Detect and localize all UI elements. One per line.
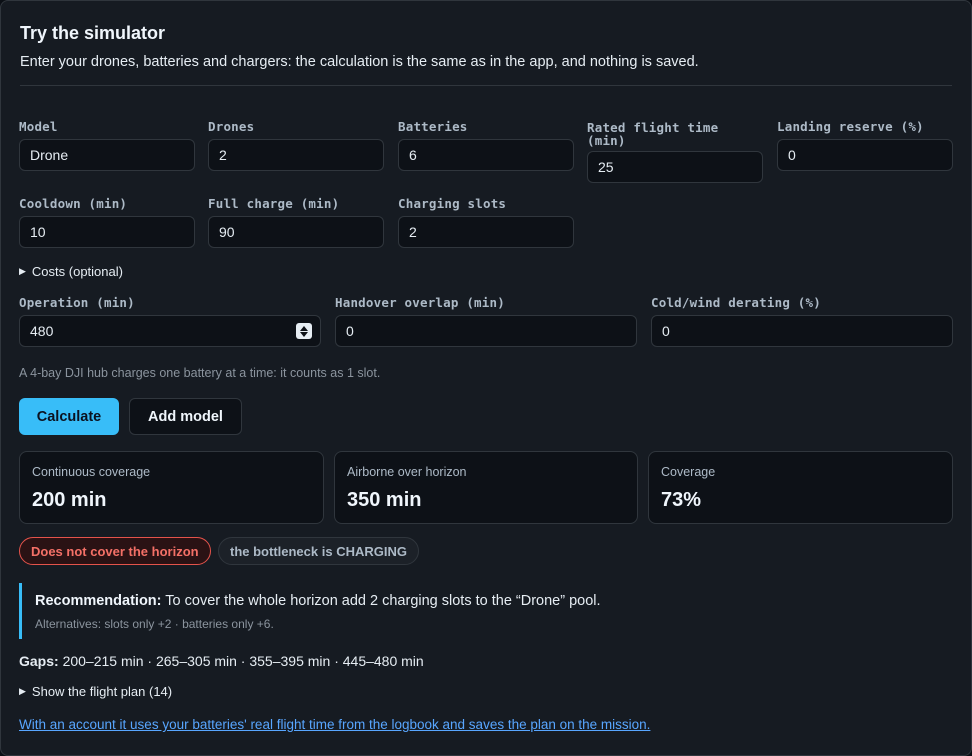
charging-slots-input[interactable]: 2	[398, 216, 574, 248]
gaps-value: 200–215 min · 265–305 min · 355–395 min …	[62, 653, 424, 669]
operation-value: 480	[30, 323, 54, 339]
full-charge-label: Full charge (min)	[208, 196, 340, 211]
charging-slots-field: Charging slots 2	[398, 196, 574, 248]
batteries-label: Batteries	[398, 119, 468, 134]
stat-card-continuous-coverage: Continuous coverage 200 min	[19, 451, 324, 524]
full-charge-field: Full charge (min) 90	[208, 196, 384, 248]
handover-overlap-label: Handover overlap (min)	[335, 295, 505, 310]
flight-plan-toggle-label: Show the flight plan (14)	[31, 684, 173, 699]
calculate-button[interactable]: Calculate	[19, 398, 119, 435]
operation-field: Operation (min) 480	[19, 295, 321, 347]
bottleneck-badge: the bottleneck is CHARGING	[218, 537, 419, 565]
disclosure-triangle-icon: ▶	[19, 266, 26, 276]
operation-label: Operation (min)	[19, 295, 135, 310]
batteries-field: Batteries 6	[398, 119, 574, 171]
cooldown-label: Cooldown (min)	[19, 196, 128, 211]
rated-flight-time-label: Rated flight time (min)	[587, 120, 719, 148]
stat-card-airborne: Airborne over horizon 350 min	[334, 451, 638, 524]
derating-input[interactable]: 0	[651, 315, 953, 347]
drones-field: Drones 2	[208, 119, 384, 171]
stat-label: Coverage	[661, 465, 716, 479]
landing-reserve-input[interactable]: 0	[777, 139, 953, 171]
full-charge-input[interactable]: 90	[208, 216, 384, 248]
costs-toggle[interactable]: ▶ Costs (optional)	[19, 264, 123, 279]
stat-label: Airborne over horizon	[347, 465, 467, 479]
divider	[20, 85, 952, 86]
recommendation-label: Recommendation:	[35, 593, 162, 609]
add-model-button[interactable]: Add model	[129, 398, 242, 435]
recommendation-alternatives: Alternatives: slots only +2 · batteries …	[35, 617, 274, 631]
model-field: Model Drone	[19, 119, 195, 171]
gaps-line: Gaps: 200–215 min · 265–305 min · 355–39…	[19, 653, 424, 669]
gaps-label: Gaps:	[19, 653, 59, 669]
recommendation-box: Recommendation: To cover the whole horiz…	[19, 583, 619, 639]
hint-text: A 4-bay DJI hub charges one battery at a…	[19, 366, 381, 380]
spinner-icon[interactable]	[296, 323, 312, 339]
stat-label: Continuous coverage	[32, 465, 151, 479]
operation-input[interactable]: 480	[19, 315, 321, 347]
page-title: Try the simulator	[20, 23, 166, 43]
handover-overlap-field: Handover overlap (min) 0	[335, 295, 637, 347]
stat-card-coverage: Coverage 73%	[648, 451, 953, 524]
costs-toggle-label: Costs (optional)	[31, 264, 123, 279]
cooldown-field: Cooldown (min) 10	[19, 196, 195, 248]
recommendation-text: Recommendation: To cover the whole horiz…	[35, 592, 619, 610]
model-label: Model	[19, 119, 58, 134]
account-link[interactable]: With an account it uses your batteries' …	[19, 717, 650, 732]
charging-slots-label: Charging slots	[398, 196, 507, 211]
batteries-input[interactable]: 6	[398, 139, 574, 171]
handover-overlap-input[interactable]: 0	[335, 315, 637, 347]
drones-label: Drones	[208, 119, 255, 134]
rated-flight-time-field: Rated flight time (min) 25	[587, 121, 763, 183]
drones-input[interactable]: 2	[208, 139, 384, 171]
stat-value: 350 min	[347, 489, 422, 511]
rated-flight-time-input[interactable]: 25	[587, 151, 763, 183]
landing-reserve-field: Landing reserve (%) 0	[777, 119, 953, 171]
derating-field: Cold/wind derating (%) 0	[651, 295, 953, 347]
status-badge: Does not cover the horizon	[19, 537, 211, 565]
intro-text: Enter your drones, batteries and charger…	[20, 54, 699, 70]
recommendation-body: To cover the whole horizon add 2 chargin…	[165, 593, 601, 609]
disclosure-triangle-icon: ▶	[19, 686, 26, 696]
stat-value: 200 min	[32, 489, 107, 511]
flight-plan-toggle[interactable]: ▶ Show the flight plan (14)	[19, 684, 172, 699]
stat-value: 73%	[661, 489, 702, 511]
landing-reserve-label: Landing reserve (%)	[777, 119, 924, 134]
derating-label: Cold/wind derating (%)	[651, 295, 821, 310]
cooldown-input[interactable]: 10	[19, 216, 195, 248]
model-input[interactable]: Drone	[19, 139, 195, 171]
